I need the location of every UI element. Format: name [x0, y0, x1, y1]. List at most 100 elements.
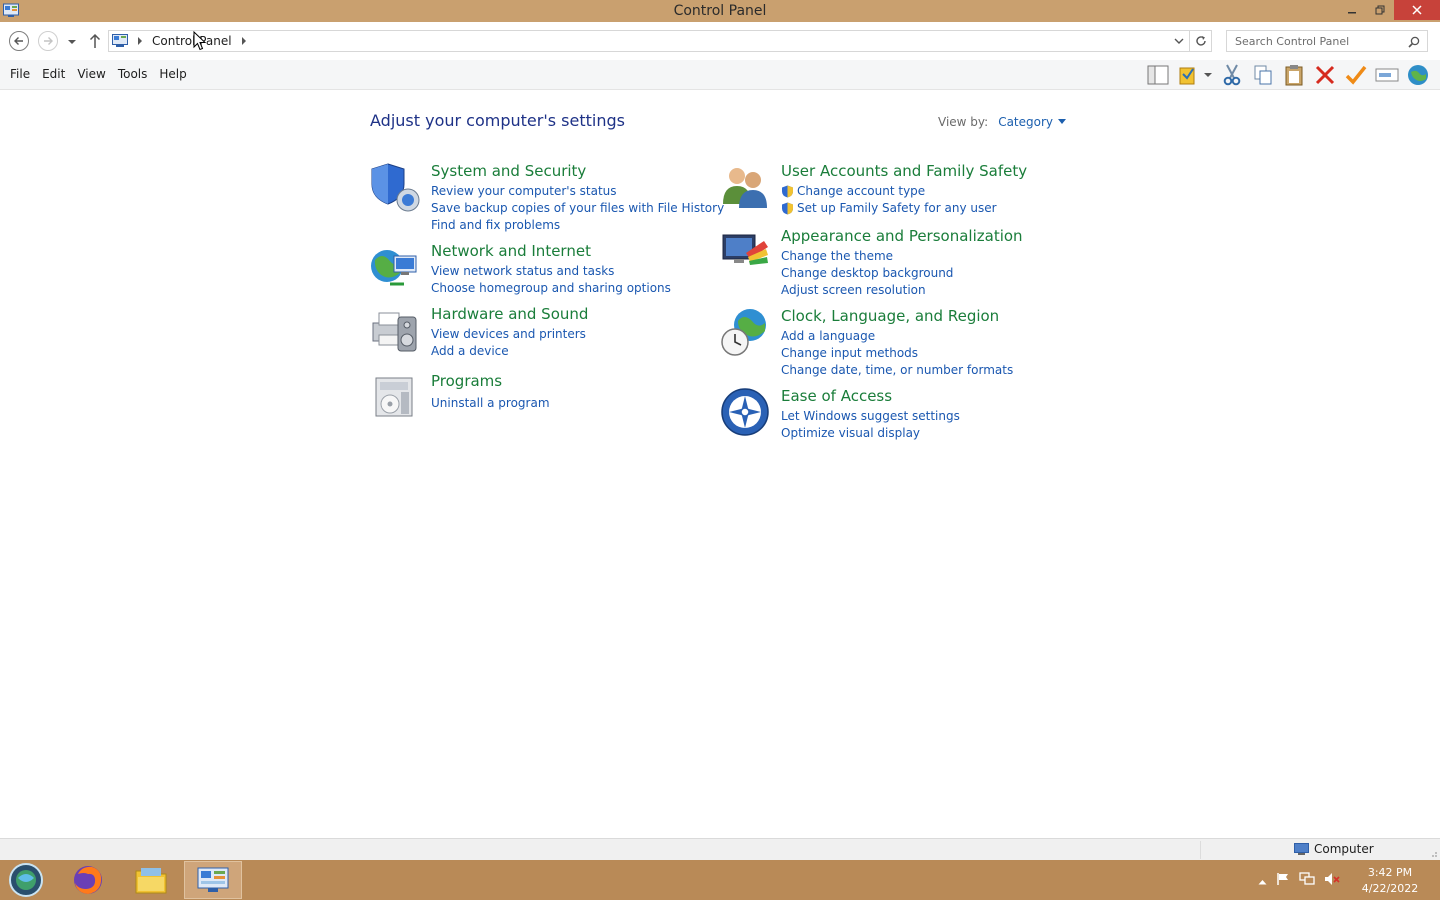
menu-help[interactable]: Help: [153, 67, 192, 81]
network-tray-button[interactable]: [1299, 872, 1315, 889]
clock-date: 4/22/2022: [1361, 882, 1419, 895]
link-add-device[interactable]: Add a device: [431, 343, 586, 360]
category-links: Review your computer's status Save backu…: [431, 183, 724, 234]
breadcrumb-chevron-icon[interactable]: [241, 37, 247, 45]
taskbar-clock[interactable]: 3:42 PM 4/22/2022: [1356, 865, 1424, 897]
monitor-palette-icon[interactable]: [720, 227, 770, 277]
printer-speaker-icon[interactable]: [370, 305, 420, 355]
category-user-accounts: User Accounts and Family Safety Change a…: [720, 162, 1050, 218]
dropdown-caret-icon[interactable]: [1058, 119, 1067, 124]
taskbar-firefox[interactable]: [62, 861, 114, 899]
category-title[interactable]: Programs: [431, 372, 502, 390]
category-programs: Programs Uninstall a program: [370, 372, 700, 422]
category-title[interactable]: Appearance and Personalization: [781, 227, 1023, 245]
restore-button[interactable]: [1366, 0, 1394, 20]
link-screen-resolution[interactable]: Adjust screen resolution: [781, 282, 953, 299]
link-file-history[interactable]: Save backup copies of your files with Fi…: [431, 200, 724, 217]
checkmark-icon: [1345, 65, 1367, 85]
up-arrow-icon[interactable]: [88, 33, 102, 49]
link-date-time-formats[interactable]: Change date, time, or number formats: [781, 362, 1013, 379]
link-find-fix-problems[interactable]: Find and fix problems: [431, 217, 724, 234]
refresh-button[interactable]: [1190, 30, 1212, 52]
category-links: View devices and printers Add a device: [431, 326, 586, 360]
paste-button[interactable]: [1280, 63, 1308, 87]
link-network-status[interactable]: View network status and tasks: [431, 263, 671, 280]
category-title[interactable]: System and Security: [431, 162, 586, 180]
link-homegroup[interactable]: Choose homegroup and sharing options: [431, 280, 671, 297]
link-change-theme[interactable]: Change the theme: [781, 248, 953, 265]
category-links: Uninstall a program: [431, 395, 550, 412]
preview-pane-button[interactable]: [1144, 63, 1172, 87]
link-review-status[interactable]: Review your computer's status: [431, 183, 724, 200]
title-bar: Control Panel: [0, 0, 1440, 22]
ease-of-access-icon[interactable]: [720, 387, 770, 437]
close-button[interactable]: [1394, 0, 1440, 20]
uac-shield-icon: [782, 185, 793, 198]
category-hardware-and-sound: Hardware and Sound View devices and prin…: [370, 305, 700, 361]
show-hidden-icons-button[interactable]: [1258, 874, 1267, 888]
category-title[interactable]: User Accounts and Family Safety: [781, 162, 1027, 180]
category-links: Change the theme Change desktop backgrou…: [781, 248, 953, 299]
taskbar-file-explorer[interactable]: [122, 861, 180, 899]
action-center-flag-icon: [1277, 873, 1288, 885]
control-panel-location-icon: [112, 34, 128, 47]
menu-file[interactable]: File: [4, 67, 36, 81]
menu-edit[interactable]: Edit: [36, 67, 71, 81]
address-bar[interactable]: Control Panel: [108, 30, 1190, 52]
link-devices-printers[interactable]: View devices and printers: [431, 326, 586, 343]
programs-box-icon[interactable]: [370, 372, 420, 422]
link-uninstall-program[interactable]: Uninstall a program: [431, 395, 550, 412]
recent-locations-icon[interactable]: [67, 38, 77, 46]
action-center-button[interactable]: [1276, 872, 1290, 889]
back-button[interactable]: [9, 31, 29, 51]
control-panel-icon: [197, 867, 229, 892]
link-desktop-background[interactable]: Change desktop background: [781, 265, 953, 282]
link-family-safety[interactable]: Set up Family Safety for any user: [781, 200, 997, 217]
link-input-methods[interactable]: Change input methods: [781, 345, 1013, 362]
start-button[interactable]: [4, 861, 48, 899]
category-title[interactable]: Ease of Access: [781, 387, 892, 405]
rename-button[interactable]: [1373, 63, 1401, 87]
network-globe-icon[interactable]: [370, 242, 420, 292]
status-computer: Computer: [1294, 842, 1374, 856]
status-bar: Computer: [0, 838, 1440, 860]
cut-button[interactable]: [1218, 63, 1246, 87]
control-panel-app-icon[interactable]: [3, 3, 19, 18]
search-input[interactable]: [1235, 34, 1405, 48]
search-box[interactable]: [1226, 30, 1428, 52]
globe-button[interactable]: [1404, 63, 1432, 87]
breadcrumb-separator-icon[interactable]: [137, 37, 143, 45]
category-title[interactable]: Clock, Language, and Region: [781, 307, 999, 325]
delete-button[interactable]: [1311, 63, 1339, 87]
address-dropdown-icon[interactable]: [1174, 38, 1184, 45]
forward-button[interactable]: [38, 31, 58, 51]
link-change-account-type[interactable]: Change account type: [781, 183, 997, 200]
category-clock-language-region: Clock, Language, and Region Add a langua…: [720, 307, 1050, 377]
category-title[interactable]: Network and Internet: [431, 242, 591, 260]
resize-grip-icon[interactable]: [1429, 849, 1438, 858]
users-icon[interactable]: [720, 162, 770, 212]
shield-computer-icon[interactable]: [370, 162, 420, 212]
taskbar-control-panel[interactable]: [184, 861, 242, 899]
link-suggest-settings[interactable]: Let Windows suggest settings: [781, 408, 960, 425]
copy-button[interactable]: [1249, 63, 1277, 87]
volume-tray-button[interactable]: [1324, 872, 1340, 889]
view-by: View by: Category: [938, 115, 1067, 129]
status-divider: [1200, 841, 1201, 859]
link-add-language[interactable]: Add a language: [781, 328, 1013, 345]
clock-globe-icon[interactable]: [720, 307, 770, 357]
category-title[interactable]: Hardware and Sound: [431, 305, 588, 323]
category-links: View network status and tasks Choose hom…: [431, 263, 671, 297]
checkmark-button[interactable]: [1342, 63, 1370, 87]
view-by-dropdown[interactable]: Category: [998, 115, 1053, 129]
properties-button[interactable]: [1175, 63, 1215, 87]
link-visual-display[interactable]: Optimize visual display: [781, 425, 960, 442]
breadcrumb-control-panel[interactable]: Control Panel: [152, 34, 232, 48]
category-system-and-security: System and Security Review your computer…: [370, 162, 724, 232]
file-explorer-icon: [135, 868, 167, 894]
menu-tools[interactable]: Tools: [112, 67, 154, 81]
menu-view[interactable]: View: [71, 67, 111, 81]
search-icon[interactable]: [1408, 36, 1420, 48]
minimize-button[interactable]: [1338, 0, 1366, 20]
refresh-icon: [1195, 36, 1206, 46]
